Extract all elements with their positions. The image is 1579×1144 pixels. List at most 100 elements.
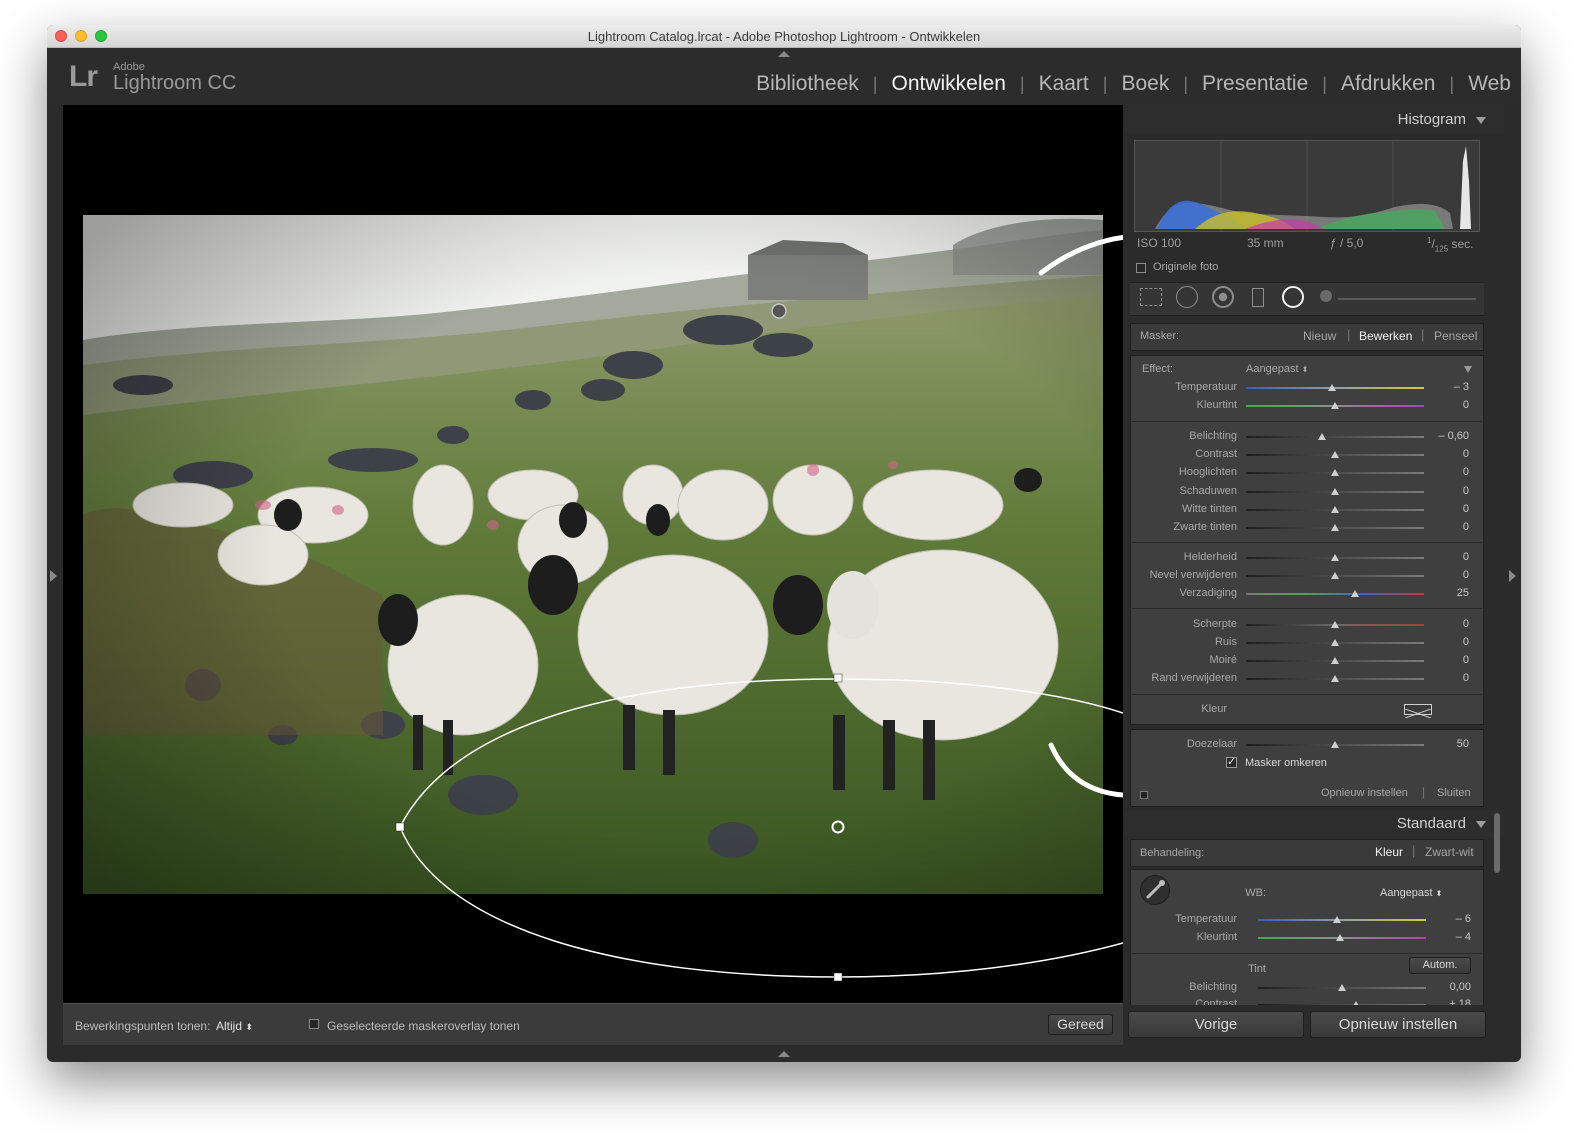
effect-preset-value: Aangepast bbox=[1246, 363, 1299, 375]
wb-eyedropper-icon[interactable] bbox=[1140, 875, 1170, 905]
module-library[interactable]: Bibliotheek bbox=[742, 72, 873, 96]
eyedropper-glyph bbox=[1146, 880, 1165, 899]
previous-button[interactable]: Vorige bbox=[1128, 1011, 1304, 1038]
crop-overlay-tool-icon[interactable] bbox=[1140, 288, 1162, 306]
wb-dropdown[interactable]: Aangepast ⬍ bbox=[1380, 887, 1442, 899]
mask-enable-toggle[interactable] bbox=[1140, 791, 1148, 799]
noise-value: 0 bbox=[1462, 636, 1469, 648]
product-name: Lightroom CC bbox=[113, 72, 237, 94]
mask-reset-button[interactable]: Opnieuw instellen bbox=[1321, 787, 1408, 799]
blacks-slider-thumb[interactable] bbox=[1331, 524, 1339, 531]
whites-slider-thumb[interactable] bbox=[1331, 506, 1339, 513]
dropdown-arrows-icon: ⬍ bbox=[1301, 365, 1309, 374]
ellipse-handle-left[interactable] bbox=[395, 822, 405, 832]
effect-preset-dropdown[interactable]: Aangepast ⬍ bbox=[1246, 363, 1308, 375]
aperture-value: ƒ / 5,0 bbox=[1330, 236, 1364, 250]
module-web[interactable]: Web bbox=[1454, 72, 1511, 96]
basic-exposure-slider-thumb[interactable] bbox=[1338, 984, 1346, 991]
basic-temperature-slider-track[interactable] bbox=[1258, 919, 1426, 921]
dehaze-slider-thumb[interactable] bbox=[1331, 572, 1339, 579]
basic-tint-slider-thumb[interactable] bbox=[1336, 934, 1344, 941]
expand-filmstrip-icon[interactable] bbox=[778, 1051, 790, 1057]
zoom-window-button[interactable] bbox=[95, 30, 107, 42]
show-pins-dropdown[interactable]: Altijd ⬍ bbox=[216, 1019, 253, 1033]
original-photo-checkbox[interactable] bbox=[1136, 263, 1146, 273]
moire-slider-thumb[interactable] bbox=[1331, 657, 1339, 664]
shutter-speed: 1/125 sec. bbox=[1427, 236, 1474, 254]
shadows-slider-thumb[interactable] bbox=[1331, 488, 1339, 495]
tint-label: Kleurtint bbox=[1196, 399, 1237, 411]
exposure-value: – 0,60 bbox=[1438, 430, 1469, 442]
panel-scrollbar[interactable] bbox=[1494, 813, 1500, 873]
auto-tone-button[interactable]: Autom. bbox=[1409, 957, 1471, 974]
mask-close-button[interactable]: Sluiten bbox=[1437, 787, 1471, 799]
radial-filter-center-pin[interactable] bbox=[831, 820, 845, 834]
inactive-filter-pin[interactable] bbox=[771, 303, 787, 319]
module-slideshow[interactable]: Presentatie bbox=[1188, 72, 1322, 96]
collapse-triangle-icon[interactable] bbox=[1476, 116, 1486, 124]
module-book[interactable]: Boek bbox=[1107, 72, 1183, 96]
photo-viewer[interactable] bbox=[63, 105, 1123, 1003]
radial-filter-ellipse-outline[interactable] bbox=[399, 678, 1123, 978]
blacks-value: 0 bbox=[1462, 521, 1469, 533]
ellipse-handle-top[interactable] bbox=[833, 673, 843, 683]
sharpness-slider-thumb[interactable] bbox=[1331, 621, 1339, 628]
ellipse-handle-bottom[interactable] bbox=[833, 972, 843, 982]
feather-slider-thumb[interactable] bbox=[1331, 741, 1339, 748]
done-button[interactable]: Gereed bbox=[1048, 1014, 1113, 1035]
clarity-label: Helderheid bbox=[1183, 551, 1237, 563]
collapse-top-panel-icon[interactable] bbox=[778, 51, 790, 57]
basic-panel-header[interactable]: Standaard bbox=[1124, 811, 1504, 837]
red-eye-tool-icon[interactable] bbox=[1212, 286, 1234, 308]
spot-removal-tool-icon[interactable] bbox=[1176, 286, 1198, 308]
mask-edit-button[interactable]: Bewerken bbox=[1359, 329, 1412, 343]
blacks-label: Zwarte tinten bbox=[1173, 521, 1237, 533]
minimize-window-button[interactable] bbox=[75, 30, 87, 42]
contrast-slider-thumb[interactable] bbox=[1331, 451, 1339, 458]
module-print[interactable]: Afdrukken bbox=[1327, 72, 1450, 96]
histogram-graph[interactable] bbox=[1134, 140, 1480, 232]
close-window-button[interactable] bbox=[55, 30, 67, 42]
lightroom-window: Lightroom Catalog.lrcat - Adobe Photosho… bbox=[47, 25, 1521, 1062]
shutter-denominator: 125 bbox=[1434, 244, 1449, 254]
graduated-filter-tool-icon[interactable] bbox=[1252, 288, 1264, 307]
noise-slider-thumb[interactable] bbox=[1331, 639, 1339, 646]
module-develop[interactable]: Ontwikkelen bbox=[877, 72, 1019, 96]
treatment-bw-button[interactable]: Zwart-wit bbox=[1425, 845, 1474, 859]
highlights-value: 0 bbox=[1462, 466, 1469, 478]
show-mask-overlay-checkbox[interactable] bbox=[309, 1019, 319, 1029]
feather-value: 50 bbox=[1456, 738, 1469, 750]
window-title: Lightroom Catalog.lrcat - Adobe Photosho… bbox=[587, 29, 981, 44]
basic-temperature-slider-thumb[interactable] bbox=[1333, 916, 1341, 923]
defringe-slider-thumb[interactable] bbox=[1331, 675, 1339, 682]
radial-filter-tool-icon[interactable] bbox=[1282, 286, 1304, 308]
reset-all-button[interactable]: Opnieuw instellen bbox=[1310, 1011, 1486, 1038]
exposure-slider-thumb[interactable] bbox=[1318, 433, 1326, 440]
treatment-color-button[interactable]: Kleur bbox=[1375, 845, 1403, 859]
tint-slider-thumb[interactable] bbox=[1331, 402, 1339, 409]
highlights-slider-thumb[interactable] bbox=[1331, 469, 1339, 476]
defringe-label: Rand verwijderen bbox=[1151, 672, 1237, 684]
module-map[interactable]: Kaart bbox=[1025, 72, 1103, 96]
expand-left-panel-icon[interactable] bbox=[50, 570, 57, 582]
exposure-slider-track[interactable] bbox=[1246, 436, 1424, 438]
clarity-slider-thumb[interactable] bbox=[1331, 554, 1339, 561]
sharpness-label: Scherpte bbox=[1192, 618, 1237, 630]
saturation-slider-track[interactable] bbox=[1246, 593, 1424, 595]
collapse-triangle-icon[interactable] bbox=[1476, 820, 1486, 828]
bottom-button-bar: Vorige Opnieuw instellen bbox=[1124, 1005, 1504, 1045]
title-bar[interactable]: Lightroom Catalog.lrcat - Adobe Photosho… bbox=[47, 25, 1521, 48]
histogram-chart bbox=[1155, 141, 1471, 231]
color-swatch-picker[interactable] bbox=[1404, 704, 1432, 719]
temperature-slider-thumb[interactable] bbox=[1328, 384, 1336, 391]
saturation-slider-thumb[interactable] bbox=[1351, 590, 1359, 597]
invert-mask-checkbox[interactable]: ✓ bbox=[1226, 757, 1237, 768]
brush-size-slider-track[interactable] bbox=[1338, 298, 1476, 300]
expand-right-panel-icon[interactable] bbox=[1509, 570, 1516, 582]
mask-new-button[interactable]: Nieuw bbox=[1303, 329, 1336, 343]
temperature-value: – 3 bbox=[1453, 381, 1469, 393]
effect-panel-collapse-icon[interactable] bbox=[1464, 366, 1472, 373]
mask-brush-button[interactable]: Penseel bbox=[1434, 329, 1477, 343]
histogram-header[interactable]: Histogram bbox=[1124, 105, 1504, 133]
adjustment-brush-tool-icon[interactable] bbox=[1320, 290, 1332, 302]
